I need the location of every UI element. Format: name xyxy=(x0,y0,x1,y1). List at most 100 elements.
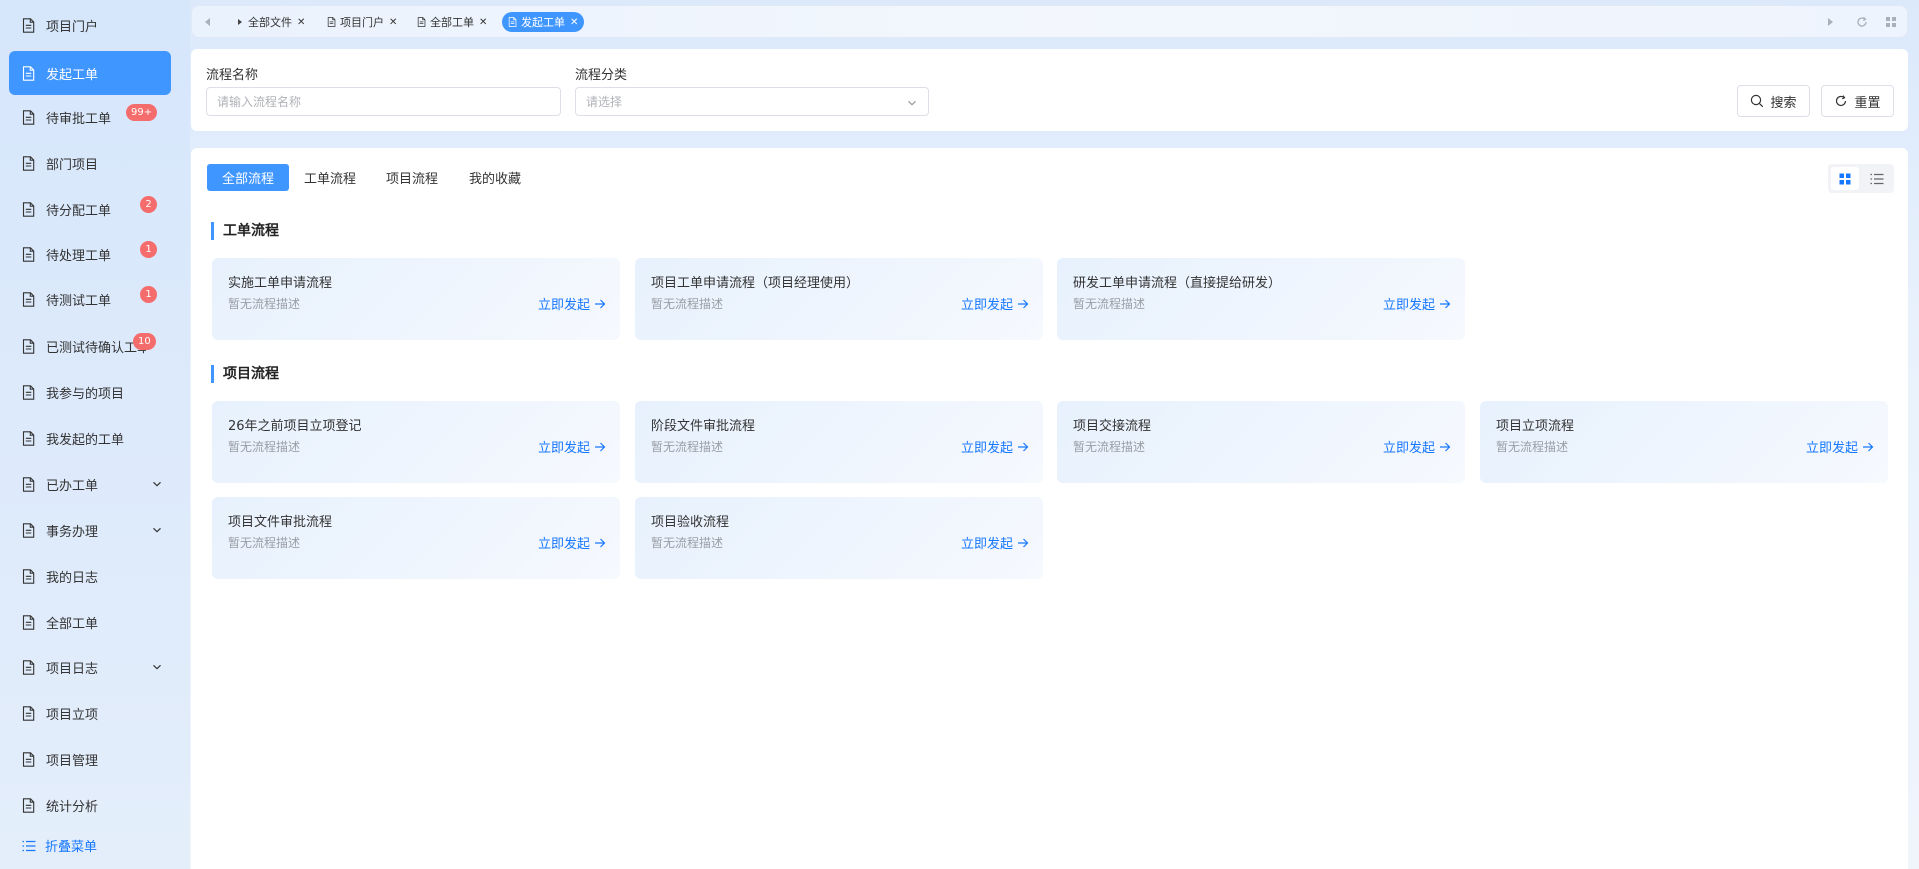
sidebar-item-my-projects[interactable]: 我参与的项目 xyxy=(9,370,171,414)
sidebar-item-create-ticket[interactable]: 发起工单 xyxy=(9,51,171,95)
process-card-title: 项目立项流程 xyxy=(1496,419,1575,434)
start-process-link[interactable]: 立即发起 xyxy=(1383,294,1451,313)
arrow-right-icon xyxy=(1017,298,1029,310)
scroll-left-icon[interactable] xyxy=(202,16,214,28)
sidebar-item-pending-processing[interactable]: 待处理工单 1 xyxy=(9,232,171,276)
search-icon xyxy=(1751,94,1764,108)
sidebar-item-label: 项目立项 xyxy=(46,707,99,723)
tab-ticket-processes[interactable]: 工单流程 xyxy=(289,164,371,191)
refresh-icon[interactable] xyxy=(1856,16,1868,28)
sidebar: 项目门户 发起工单 待审批工单 99+ 部门项目 待分配工单 2 待处理工单 1… xyxy=(0,0,190,869)
sidebar-item-label: 项目管理 xyxy=(46,753,99,769)
sidebar-item-statistics[interactable]: 统计分析 xyxy=(9,783,171,827)
start-process-link[interactable]: 立即发起 xyxy=(538,437,606,456)
sidebar-item-my-submitted[interactable]: 我发起的工单 xyxy=(9,416,171,460)
count-badge: 10 xyxy=(133,333,156,350)
grid-view-button[interactable] xyxy=(1831,167,1859,190)
sidebar-item-pending-testing[interactable]: 待测试工单 1 xyxy=(9,277,171,321)
process-card[interactable]: 项目立项流程 暂无流程描述 立即发起 xyxy=(1480,401,1888,483)
process-card[interactable]: 26年之前项目立项登记 暂无流程描述 立即发起 xyxy=(212,401,620,483)
document-icon xyxy=(327,17,336,27)
sidebar-item-label: 全部工单 xyxy=(46,616,99,632)
process-card[interactable]: 项目文件审批流程 暂无流程描述 立即发起 xyxy=(212,497,620,579)
process-card-title: 项目验收流程 xyxy=(651,515,730,530)
tab-my-favorites[interactable]: 我的收藏 xyxy=(454,164,536,191)
process-card-title: 26年之前项目立项登记 xyxy=(228,419,362,434)
sidebar-item-all-tickets[interactable]: 全部工单 xyxy=(9,600,171,644)
menu-icon xyxy=(22,840,36,851)
process-card-title: 项目文件审批流程 xyxy=(228,515,333,530)
process-card-title: 实施工单申请流程 xyxy=(228,276,333,291)
collapse-menu-button[interactable]: 折叠菜单 xyxy=(22,836,97,855)
close-icon[interactable]: ✕ xyxy=(297,17,305,28)
document-icon xyxy=(22,66,35,81)
sidebar-item-department-projects[interactable]: 部门项目 xyxy=(9,141,171,185)
tab-project-processes[interactable]: 项目流程 xyxy=(371,164,453,191)
start-process-link[interactable]: 立即发起 xyxy=(961,294,1029,313)
sidebar-item-project-logs[interactable]: 项目日志 xyxy=(9,645,171,689)
sidebar-item-my-logs[interactable]: 我的日志 xyxy=(9,554,171,598)
reset-button-label: 重置 xyxy=(1854,95,1881,111)
process-name-input[interactable] xyxy=(206,87,561,116)
search-button-label: 搜索 xyxy=(1770,95,1797,111)
sidebar-item-label: 待处理工单 xyxy=(46,248,112,264)
chevron-down-icon xyxy=(152,479,162,489)
sidebar-item-pending-approval[interactable]: 待审批工单 99+ xyxy=(9,95,171,139)
process-card-description: 暂无流程描述 xyxy=(1496,440,1569,454)
count-badge: 2 xyxy=(140,196,157,213)
start-process-link[interactable]: 立即发起 xyxy=(961,533,1029,552)
document-icon xyxy=(22,523,35,538)
process-card[interactable]: 项目工单申请流程（项目经理使用） 暂无流程描述 立即发起 xyxy=(635,258,1043,340)
count-badge: 1 xyxy=(140,286,157,303)
grid-menu-icon[interactable] xyxy=(1885,16,1897,28)
caret-right-icon xyxy=(238,19,242,25)
process-card[interactable]: 实施工单申请流程 暂无流程描述 立即发起 xyxy=(212,258,620,340)
arrow-right-icon xyxy=(1017,537,1029,549)
close-icon[interactable]: ✕ xyxy=(389,17,397,28)
start-process-link[interactable]: 立即发起 xyxy=(538,294,606,313)
tab-all-tickets[interactable]: 全部工单 ✕ xyxy=(413,12,491,32)
start-process-link[interactable]: 立即发起 xyxy=(1806,437,1874,456)
process-card[interactable]: 阶段文件审批流程 暂无流程描述 立即发起 xyxy=(635,401,1043,483)
process-category-label: 流程分类 xyxy=(575,68,628,83)
process-card[interactable]: 研发工单申请流程（直接提给研发） 暂无流程描述 立即发起 xyxy=(1057,258,1465,340)
process-card-description: 暂无流程描述 xyxy=(228,297,301,311)
close-icon[interactable]: ✕ xyxy=(479,17,487,28)
tab-all-processes[interactable]: 全部流程 xyxy=(207,164,290,191)
sidebar-item-label: 我参与的项目 xyxy=(46,386,125,402)
sidebar-item-affairs[interactable]: 事务办理 xyxy=(9,508,171,552)
sidebar-item-label: 发起工单 xyxy=(46,67,99,83)
process-card-description: 暂无流程描述 xyxy=(651,440,724,454)
reset-button[interactable]: 重置 xyxy=(1821,85,1894,117)
sidebar-item-project-portal[interactable]: 项目门户 xyxy=(9,3,171,47)
arrow-right-icon xyxy=(594,441,606,453)
start-process-link[interactable]: 立即发起 xyxy=(961,437,1029,456)
process-card[interactable]: 项目验收流程 暂无流程描述 立即发起 xyxy=(635,497,1043,579)
process-card-description: 暂无流程描述 xyxy=(228,536,301,550)
tab-bar: 全部文件 ✕ 项目门户 ✕ 全部工单 ✕ 发起工单 ✕ xyxy=(191,5,1908,38)
tab-create-ticket[interactable]: 发起工单 ✕ xyxy=(502,12,585,32)
tab-project-portal[interactable]: 项目门户 ✕ xyxy=(323,12,401,32)
close-icon[interactable]: ✕ xyxy=(570,17,578,28)
start-process-label: 立即发起 xyxy=(537,298,590,313)
search-button[interactable]: 搜索 xyxy=(1737,85,1810,117)
sidebar-item-project-initiation[interactable]: 项目立项 xyxy=(9,691,171,735)
start-process-link[interactable]: 立即发起 xyxy=(1383,437,1451,456)
process-list-panel: 全部流程 工单流程 项目流程 我的收藏 工单流程 实施工单申请流程 暂无流程描述… xyxy=(191,148,1908,869)
sidebar-item-pending-assignment[interactable]: 待分配工单 2 xyxy=(9,187,171,231)
sidebar-item-tested-pending-confirmation[interactable]: 已测试待确认工单 10 xyxy=(9,324,171,368)
scroll-right-icon[interactable] xyxy=(1824,16,1836,28)
tab-all-files[interactable]: 全部文件 ✕ xyxy=(234,12,309,32)
grid-view-icon xyxy=(1839,173,1851,184)
tab-label: 项目门户 xyxy=(340,16,384,29)
sidebar-item-project-management[interactable]: 项目管理 xyxy=(9,737,171,781)
start-process-label: 立即发起 xyxy=(960,537,1013,552)
chevron-down-icon xyxy=(907,98,917,108)
sidebar-item-completed[interactable]: 已办工单 xyxy=(9,462,171,506)
process-category-select[interactable]: 请选择 xyxy=(575,87,929,116)
document-icon xyxy=(22,18,35,33)
process-name-label: 流程名称 xyxy=(206,68,259,83)
process-card[interactable]: 项目交接流程 暂无流程描述 立即发起 xyxy=(1057,401,1465,483)
start-process-link[interactable]: 立即发起 xyxy=(538,533,606,552)
list-view-button[interactable] xyxy=(1863,167,1891,190)
